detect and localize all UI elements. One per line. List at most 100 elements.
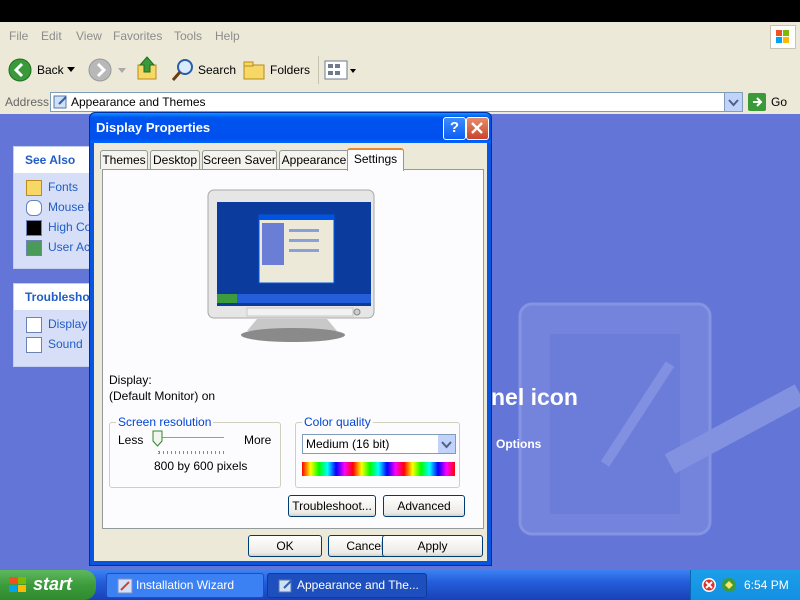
back-arrow-icon: [8, 58, 32, 82]
resolution-slider-track[interactable]: [156, 437, 224, 439]
see-also-user-account[interactable]: User Account Picture: [14, 237, 98, 257]
taskbar: start Installation Wizard Appearance and…: [0, 570, 800, 600]
color-quality-value: Medium (16 bit): [306, 437, 390, 451]
tab-settings[interactable]: Settings: [347, 148, 404, 171]
display-label: Display:: [109, 373, 152, 387]
resolution-value: 800 by 600 pixels: [154, 459, 248, 473]
address-value: Appearance and Themes: [71, 95, 206, 109]
menu-edit[interactable]: Edit: [41, 29, 62, 43]
troubleshooter-item-label: Display: [48, 317, 88, 331]
tab-appearance[interactable]: Appearance: [279, 150, 349, 169]
tab-themes[interactable]: Themes: [100, 150, 148, 169]
screen-resolution-group: Screen resolution Less More 800 by 600 p…: [109, 415, 281, 488]
views-button[interactable]: [324, 59, 358, 81]
color-quality-title: Color quality: [302, 415, 373, 429]
taskbar-item-appearance-themes[interactable]: Appearance and The...: [267, 573, 427, 598]
advanced-button[interactable]: Advanced: [383, 495, 465, 517]
menu-favorites[interactable]: Favorites: [113, 29, 162, 43]
apply-button[interactable]: Apply: [382, 535, 483, 557]
chevron-down-icon[interactable]: [67, 67, 75, 73]
troubleshooters-title: Troubleshooters: [14, 284, 98, 310]
display-value: (Default Monitor) on: [109, 389, 216, 403]
system-tray: 6:54 PM: [690, 570, 800, 600]
folders-button[interactable]: Folders: [243, 57, 310, 83]
address-input[interactable]: Appearance and Themes: [50, 92, 742, 112]
resolution-less-label: Less: [118, 433, 144, 447]
see-also-mouse-pointers[interactable]: Mouse Pointers: [14, 197, 98, 217]
windows-logo-icon: [9, 577, 26, 592]
search-icon: [171, 59, 193, 81]
help-icon: [26, 337, 42, 353]
menu-help[interactable]: Help: [215, 29, 240, 43]
go-label: Go: [771, 95, 788, 109]
toolbar: Back Search Folders: [0, 50, 800, 91]
address-dropdown-button[interactable]: [724, 92, 743, 112]
windows-logo-icon: [770, 25, 796, 49]
screen-resolution-title: Screen resolution: [116, 415, 214, 429]
appearance-themes-icon: [53, 95, 67, 109]
display-settings-icon[interactable]: [721, 577, 737, 593]
forward-chevron-icon[interactable]: [118, 68, 126, 74]
display-properties-dialog: Display Properties ? Themes Desktop Scre…: [89, 112, 492, 566]
menu-tools[interactable]: Tools: [174, 29, 202, 43]
monitor-preview-icon: [207, 189, 375, 342]
ok-button[interactable]: OK: [248, 535, 322, 557]
fonts-folder-icon: [26, 180, 42, 196]
resolution-slider-ticks: [158, 451, 225, 454]
tab-screen-saver[interactable]: Screen Saver: [202, 150, 277, 169]
see-also-panel: See Also Fonts Mouse Pointers High Contr…: [13, 146, 99, 269]
mouse-icon: [26, 200, 42, 216]
taskbar-item-label: Installation Wizard: [136, 578, 235, 592]
up-folder-button[interactable]: [136, 56, 160, 82]
troubleshoot-button[interactable]: Troubleshoot...: [288, 495, 376, 517]
folders-icon: [243, 61, 265, 80]
go-button[interactable]: Go: [748, 92, 796, 112]
background-heading: nel icon: [491, 384, 578, 410]
color-quality-group: Color quality Medium (16 bit): [295, 415, 460, 488]
resolution-slider-thumb[interactable]: [152, 430, 163, 447]
close-icon: [471, 122, 483, 134]
color-quality-select[interactable]: Medium (16 bit): [302, 434, 456, 454]
dialog-body: Themes Desktop Screen Saver Appearance S…: [94, 143, 487, 561]
see-also-high-contrast[interactable]: High Contrast: [14, 217, 98, 237]
see-also-item-label: Fonts: [48, 180, 79, 194]
address-label: Address: [5, 95, 50, 109]
start-button[interactable]: start: [0, 570, 96, 600]
troubleshooter-sound[interactable]: Sound: [14, 334, 98, 354]
menu-bar: File Edit View Favorites Tools Help: [0, 22, 800, 51]
troubleshooter-item-label: Sound: [48, 337, 83, 351]
user-account-icon: [26, 240, 42, 256]
start-label: start: [33, 574, 73, 594]
taskbar-item-label: Appearance and The...: [297, 578, 419, 592]
help-button[interactable]: ?: [443, 117, 466, 140]
search-button[interactable]: Search: [170, 57, 236, 83]
chevron-down-icon: [441, 441, 452, 449]
toolbar-separator: [318, 56, 319, 84]
see-also-fonts[interactable]: Fonts: [14, 177, 98, 197]
high-contrast-icon: [26, 220, 42, 236]
appearance-watermark-icon: [518, 302, 800, 536]
dialog-titlebar[interactable]: Display Properties ?: [90, 113, 491, 143]
menu-view[interactable]: View: [76, 29, 102, 43]
help-icon: [26, 317, 42, 333]
taskbar-item-installation-wizard[interactable]: Installation Wizard: [106, 573, 264, 598]
appearance-themes-icon: [278, 579, 292, 593]
back-button[interactable]: Back: [8, 57, 78, 83]
dialog-title: Display Properties: [96, 120, 211, 135]
troubleshooter-display[interactable]: Display: [14, 314, 98, 334]
menu-file[interactable]: File: [9, 29, 28, 43]
settings-panel: Display: (Default Monitor) on Screen res…: [102, 169, 484, 529]
forward-button[interactable]: [88, 58, 112, 82]
clock: 6:54 PM: [744, 578, 789, 592]
go-arrow-icon: [748, 93, 766, 111]
tab-desktop[interactable]: Desktop: [150, 150, 200, 169]
see-also-title: See Also: [14, 147, 98, 173]
background-link[interactable]: Options: [496, 437, 541, 451]
color-quality-dropdown-button[interactable]: [438, 435, 455, 453]
resolution-more-label: More: [244, 433, 272, 447]
troubleshooters-panel: Troubleshooters Display Sound: [13, 283, 99, 367]
chevron-down-icon: [728, 99, 739, 107]
security-alert-icon[interactable]: [701, 577, 717, 593]
close-button[interactable]: [466, 117, 489, 140]
color-palette-bar: [302, 462, 455, 476]
